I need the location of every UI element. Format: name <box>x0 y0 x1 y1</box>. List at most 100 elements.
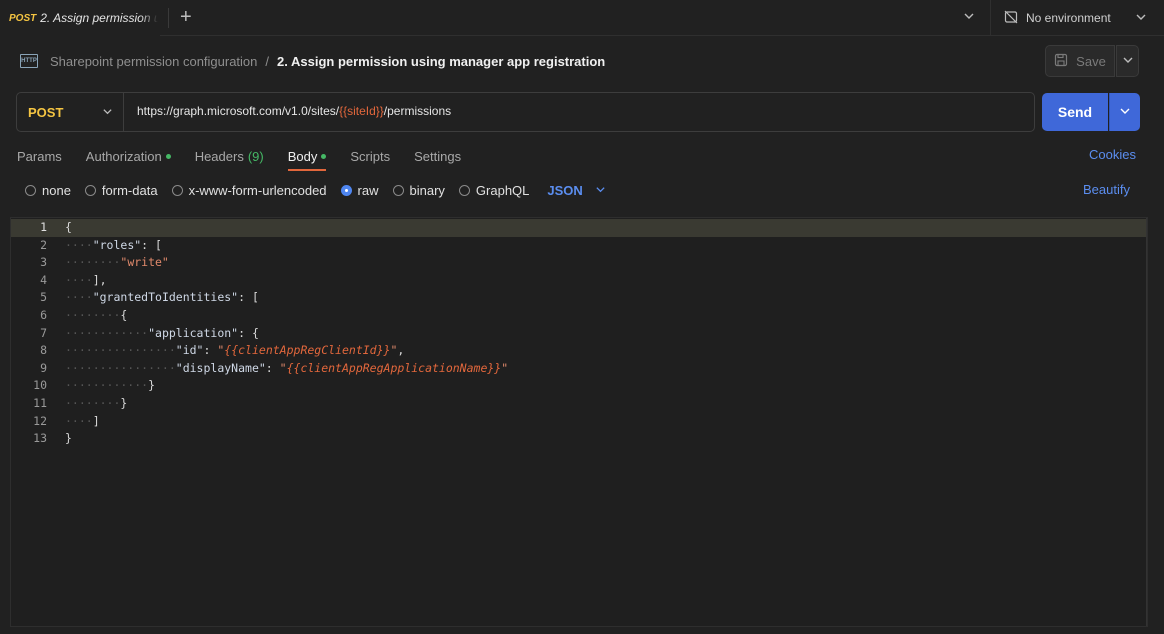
editor-line[interactable]: 12 ····] <box>11 413 1146 431</box>
code-token: { <box>65 220 72 234</box>
whitespace-marker: ········ <box>65 396 121 410</box>
url-input[interactable]: https://graph.microsoft.com/v1.0/sites/{… <box>137 104 451 120</box>
tab-headers-label: Headers <box>194 148 244 164</box>
method-select[interactable]: POST <box>17 93 124 131</box>
body-type-none[interactable]: none <box>25 183 71 198</box>
tabs-chevron-down-icon[interactable] <box>963 10 975 25</box>
code-text: ····] <box>65 413 100 431</box>
line-number: 1 <box>40 220 47 234</box>
breadcrumb-collection[interactable]: Sharepoint permission configuration <box>50 54 257 69</box>
editor-line[interactable]: 10 ············} <box>11 377 1146 395</box>
body-editor[interactable]: 1{2 ····"roles": [3 ········"write" 4 ····],… <box>10 217 1148 627</box>
code-text: ················"id": "{{clientAppRegCli… <box>65 342 404 360</box>
editor-line[interactable]: 11 ········} <box>11 395 1146 413</box>
code-token: "application" <box>148 325 239 340</box>
code-text: ················"displayName": "{{client… <box>65 360 508 378</box>
no-environment-icon <box>1004 10 1018 27</box>
request-tab[interactable]: POST 2. Assign permission us <box>0 0 160 36</box>
beautify-button[interactable]: Beautify <box>1083 182 1130 197</box>
send-options-button[interactable] <box>1109 93 1140 131</box>
whitespace-marker: ················ <box>65 343 176 358</box>
line-number: 3 <box>40 255 47 270</box>
whitespace-marker: ············ <box>65 325 149 340</box>
chevron-down-icon <box>1119 105 1131 120</box>
line-number: 12 <box>33 413 47 428</box>
tab-authorization[interactable]: Authorization <box>86 146 171 166</box>
body-type-raw[interactable]: raw <box>340 182 379 198</box>
body-type-raw-label: raw <box>357 182 379 198</box>
editor-scrollbar[interactable] <box>1146 218 1147 626</box>
editor-line[interactable]: 6 ········{ <box>11 307 1146 325</box>
status-dot <box>321 153 327 159</box>
body-format-select[interactable]: JSON <box>547 183 605 198</box>
tab-settings-label: Settings <box>414 148 462 164</box>
request-title[interactable]: 2. Assign permission using manager app r… <box>277 54 605 69</box>
whitespace-marker: ········ <box>65 255 121 270</box>
tab-body[interactable]: Body <box>287 146 327 171</box>
tab-method: POST <box>9 12 37 24</box>
line-number: 7 <box>40 325 47 340</box>
cookies-link[interactable]: Cookies <box>1089 147 1136 162</box>
editor-line[interactable]: 9 ················"displayName": "{{clien… <box>11 360 1146 378</box>
whitespace-marker: ···· <box>65 290 93 305</box>
new-tab-plus-icon[interactable]: + <box>180 7 196 27</box>
editor-line[interactable]: 8 ················"id": "{{clientAppRegCl… <box>11 342 1146 360</box>
editor-line[interactable]: 5 ····"grantedToIdentities": [ <box>11 289 1146 307</box>
save-options-button[interactable] <box>1116 45 1139 77</box>
code-text: ············} <box>65 377 155 395</box>
chevron-down-icon <box>1122 54 1134 69</box>
code-token: "roles" <box>92 237 142 252</box>
tab-body-label: Body <box>287 148 318 164</box>
save-button[interactable]: Save <box>1045 45 1115 77</box>
tab-headers[interactable]: Headers (9) <box>195 146 264 166</box>
body-type-graphql-label: GraphQL <box>475 182 530 198</box>
editor-line[interactable]: 2 ····"roles": [ <box>11 237 1146 255</box>
code-token: : [ <box>238 290 259 305</box>
editor-line[interactable]: 7 ············"application": { <box>11 325 1146 343</box>
save-icon <box>1054 53 1068 70</box>
whitespace-marker: ···· <box>65 413 93 428</box>
tab-params-label: Params <box>17 148 62 164</box>
editor-line[interactable]: 3 ········"write" <box>11 254 1146 272</box>
tab-scripts[interactable]: Scripts <box>350 146 390 166</box>
env-divider <box>990 0 991 36</box>
code-token: } <box>148 378 156 393</box>
line-number: 8 <box>40 343 47 358</box>
body-type-graphql[interactable]: GraphQL <box>458 182 530 198</box>
tab-params[interactable]: Params <box>17 146 62 166</box>
body-format-value: JSON <box>547 182 583 198</box>
radio-icon <box>171 184 183 196</box>
tab-settings[interactable]: Settings <box>414 146 461 166</box>
editor-line[interactable]: 13} <box>11 430 1146 448</box>
code-token: "grantedToIdentities" <box>92 290 239 305</box>
editor-line[interactable]: 1{ <box>11 219 1146 237</box>
code-token: : [ <box>141 237 162 252</box>
code-token: " <box>501 360 509 375</box>
environment-selector[interactable]: No environment <box>1004 0 1147 36</box>
send-button[interactable]: Send <box>1042 93 1108 131</box>
radio-selected-icon <box>340 184 352 196</box>
body-type-urlencoded[interactable]: x-www-form-urlencoded <box>171 183 327 198</box>
radio-icon <box>458 184 470 196</box>
code-text: ············"application": { <box>65 325 259 343</box>
environment-label: No environment <box>1026 11 1111 25</box>
headers-count: (9) <box>247 148 264 164</box>
body-type-none-label: none <box>42 182 71 198</box>
editor-line[interactable]: 4 ····], <box>11 272 1146 290</box>
tab-scripts-label: Scripts <box>350 148 391 164</box>
save-label: Save <box>1076 53 1106 69</box>
code-text: ········{ <box>65 307 127 325</box>
body-type-form-data[interactable]: form-data <box>84 182 158 198</box>
body-type-binary[interactable]: binary <box>392 183 445 198</box>
code-token: {{clientAppRegApplicationName}} <box>286 360 502 375</box>
code-token: } <box>120 396 128 410</box>
code-token: { <box>120 308 128 322</box>
method-value: POST <box>28 104 64 120</box>
code-token: ] <box>92 413 100 428</box>
code-token: {{clientAppRegClientId}} <box>224 343 391 358</box>
code-text: ········"write" <box>65 254 169 272</box>
body-type-form-data-label: form-data <box>101 182 158 198</box>
whitespace-marker: ···· <box>65 272 93 287</box>
line-number: 11 <box>33 396 47 410</box>
code-text: ········} <box>65 395 127 413</box>
